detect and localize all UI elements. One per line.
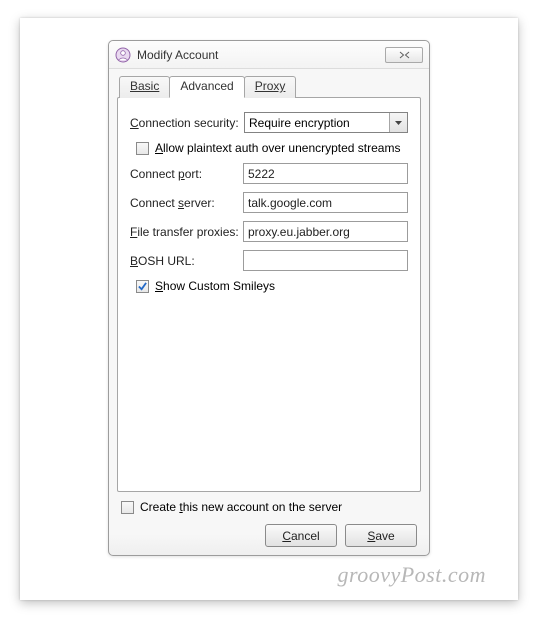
modify-account-window: Modify Account Basic Advanced Proxy <box>108 40 430 556</box>
cancel-button[interactable]: Cancel <box>265 524 337 547</box>
tab-proxy[interactable]: Proxy <box>244 76 297 98</box>
connection-security-label: Connection security: <box>130 116 244 130</box>
titlebar: Modify Account <box>109 41 429 69</box>
connection-security-select[interactable]: Require encryption <box>244 112 408 133</box>
file-transfer-proxies-label: File transfer proxies: <box>130 225 243 239</box>
watermark: groovyPost.com <box>337 562 486 588</box>
create-on-server-label: Create this new account on the server <box>140 500 342 514</box>
chevron-down-icon <box>389 113 407 132</box>
show-custom-smileys-label: Show Custom Smileys <box>155 279 275 293</box>
tab-advanced[interactable]: Advanced <box>169 76 244 98</box>
bosh-url-label: BOSH URL: <box>130 254 243 268</box>
tab-basic[interactable]: Basic <box>119 76 170 98</box>
tabs: Basic Advanced Proxy <box>119 75 421 97</box>
create-on-server-checkbox[interactable] <box>121 501 134 514</box>
tab-body-advanced: Connection security: Require encryption <box>117 97 421 492</box>
connect-server-label: Connect server: <box>130 196 243 210</box>
window-title: Modify Account <box>137 48 385 62</box>
connect-port-input[interactable] <box>243 163 408 184</box>
app-icon <box>115 47 131 63</box>
close-button[interactable] <box>385 47 423 63</box>
connect-server-input[interactable] <box>243 192 408 213</box>
file-transfer-proxies-input[interactable] <box>243 221 408 242</box>
allow-plaintext-label: Allow plaintext auth over unencrypted st… <box>155 141 400 155</box>
allow-plaintext-checkbox[interactable] <box>136 142 149 155</box>
show-custom-smileys-checkbox[interactable] <box>136 280 149 293</box>
save-button[interactable]: Save <box>345 524 417 547</box>
bosh-url-input[interactable] <box>243 250 408 271</box>
connect-port-label: Connect port: <box>130 167 243 181</box>
